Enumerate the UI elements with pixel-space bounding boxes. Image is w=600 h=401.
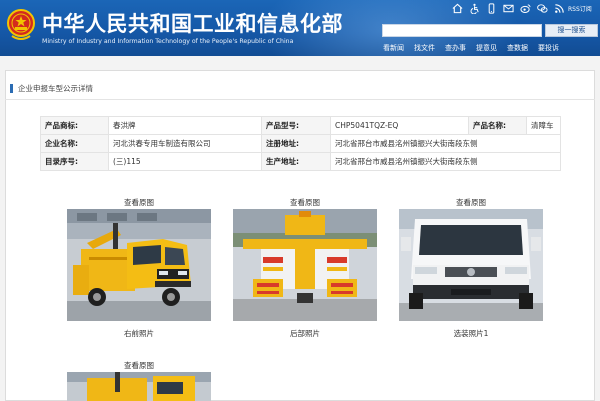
label-trademark: 产品商标: bbox=[41, 117, 109, 135]
search-input[interactable] bbox=[382, 24, 542, 37]
search-button[interactable]: 搜一搜索 bbox=[545, 24, 598, 37]
header-nav: 看新闻 找文件 查办事 提意见 查数据 要投诉 bbox=[383, 43, 569, 53]
value-company: 河北洪春专用车制造有限公司 bbox=[109, 135, 262, 153]
value-model: CHP5041TQZ-EQ bbox=[331, 117, 469, 135]
view-original-link[interactable]: 查看原图 bbox=[67, 197, 211, 208]
view-original-link[interactable]: 查看原图 bbox=[233, 197, 377, 208]
mobile-icon[interactable] bbox=[485, 2, 497, 14]
view-original-link[interactable]: 查看原图 bbox=[67, 360, 211, 371]
label-registered-address: 注册地址: bbox=[262, 135, 331, 153]
label-catalog-number: 目录序号: bbox=[41, 153, 109, 171]
value-catalog-number: (三)115 bbox=[109, 153, 262, 171]
breadcrumb-divider bbox=[5, 99, 595, 100]
value-product-name: 清障车 bbox=[527, 117, 561, 135]
photo-caption: 后部照片 bbox=[233, 328, 377, 339]
rss-icon[interactable] bbox=[553, 2, 565, 14]
label-product-name: 产品名称: bbox=[469, 117, 527, 135]
table-row: 企业名称: 河北洪春专用车制造有限公司 注册地址: 河北省邢台市威县洺州镇振兴大… bbox=[41, 135, 561, 153]
weibo-icon[interactable] bbox=[519, 2, 531, 14]
wechat-icon[interactable] bbox=[536, 2, 548, 14]
breadcrumb-text: 企业申报车型公示详情 bbox=[18, 83, 93, 94]
nav-item-data[interactable]: 查数据 bbox=[507, 43, 528, 53]
photo-caption: 右前照片 bbox=[67, 328, 211, 339]
vehicle-photo-extra[interactable] bbox=[67, 372, 211, 401]
table-row: 目录序号: (三)115 生产地址: 河北省邢台市威县洺州镇振兴大街南段东侧 bbox=[41, 153, 561, 171]
breadcrumb: 企业申报车型公示详情 bbox=[10, 82, 93, 94]
breadcrumb-marker bbox=[10, 84, 13, 93]
header-icon-bar: RSS订阅 bbox=[451, 2, 592, 14]
value-registered-address: 河北省邢台市威县洺州镇振兴大街南段东侧 bbox=[331, 135, 561, 153]
photo-caption: 选装照片1 bbox=[399, 328, 543, 339]
mail-icon[interactable] bbox=[502, 2, 514, 14]
table-row: 产品商标: 春洪牌 产品型号: CHP5041TQZ-EQ 产品名称: 清障车 bbox=[41, 117, 561, 135]
label-model: 产品型号: bbox=[262, 117, 331, 135]
value-trademark: 春洪牌 bbox=[109, 117, 262, 135]
nav-item-documents[interactable]: 找文件 bbox=[414, 43, 435, 53]
accessibility-icon[interactable] bbox=[468, 2, 480, 14]
view-original-link[interactable]: 查看原图 bbox=[399, 197, 543, 208]
site-subtitle: Ministry of Industry and Information Tec… bbox=[42, 38, 293, 45]
label-company: 企业名称: bbox=[41, 135, 109, 153]
home-icon[interactable] bbox=[451, 2, 463, 14]
vehicle-photo-right-front[interactable] bbox=[67, 209, 211, 321]
nav-item-services[interactable]: 查办事 bbox=[445, 43, 466, 53]
site-header: 中华人民共和国工业和信息化部 Ministry of Industry and … bbox=[0, 0, 600, 56]
site-title[interactable]: 中华人民共和国工业和信息化部 bbox=[42, 8, 343, 38]
vehicle-info-table: 产品商标: 春洪牌 产品型号: CHP5041TQZ-EQ 产品名称: 清障车 … bbox=[40, 116, 561, 171]
value-production-address: 河北省邢台市威县洺州镇振兴大街南段东侧 bbox=[331, 153, 561, 171]
nav-item-feedback[interactable]: 提意见 bbox=[476, 43, 497, 53]
label-production-address: 生产地址: bbox=[262, 153, 331, 171]
rss-label[interactable]: RSS订阅 bbox=[568, 4, 592, 13]
vehicle-photo-optional-1[interactable] bbox=[399, 209, 543, 321]
vehicle-photo-rear[interactable] bbox=[233, 209, 377, 321]
nav-item-complaints[interactable]: 要投诉 bbox=[538, 43, 559, 53]
national-emblem-icon bbox=[6, 8, 36, 42]
nav-item-news[interactable]: 看新闻 bbox=[383, 43, 404, 53]
